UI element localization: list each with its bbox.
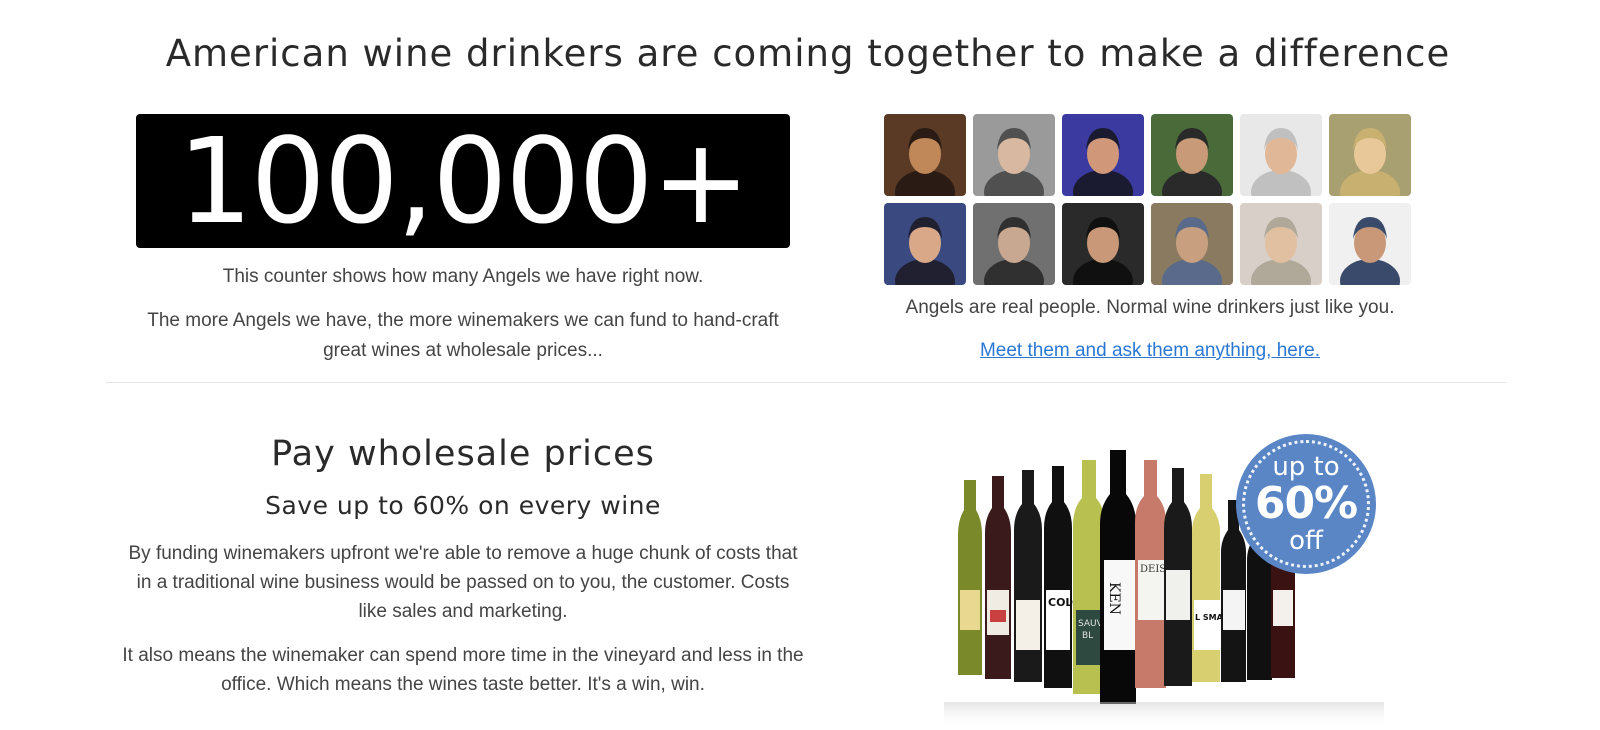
angel-photo-3[interactable] bbox=[1062, 114, 1144, 196]
angel-counter: 100,000+ bbox=[136, 114, 790, 248]
angel-photo-8[interactable] bbox=[973, 203, 1055, 285]
wholesale-subheading: Save up to 60% on every wine bbox=[265, 491, 661, 520]
angel-photo-2[interactable] bbox=[973, 114, 1055, 196]
angel-photo-5[interactable] bbox=[1240, 114, 1322, 196]
bottle-back-7 bbox=[1164, 468, 1192, 686]
angel-photo-grid bbox=[884, 114, 1416, 286]
counter-description: The more Angels we have, the more winema… bbox=[147, 310, 779, 361]
bottle-back-6: DEIS bbox=[1135, 460, 1166, 688]
angel-photo-6[interactable] bbox=[1329, 114, 1411, 196]
bottle-label-bl: BL bbox=[1082, 631, 1093, 641]
angel-photo-11[interactable] bbox=[1240, 203, 1322, 285]
badge-line-3: off bbox=[1289, 526, 1323, 556]
bottle-label-sauv: SAUV bbox=[1078, 619, 1104, 629]
section-divider bbox=[106, 382, 1506, 383]
counter-value: 100,000+ bbox=[177, 112, 751, 250]
wholesale-paragraph-1: By funding winemakers upfront we're able… bbox=[128, 543, 798, 622]
angel-photo-4[interactable] bbox=[1151, 114, 1233, 196]
badge-line-1: up to bbox=[1272, 452, 1340, 482]
angel-photo-1[interactable] bbox=[884, 114, 966, 196]
angels-caption: Angels are real people. Normal wine drin… bbox=[905, 297, 1395, 318]
angel-photo-9[interactable] bbox=[1062, 203, 1144, 285]
badge-line-2: 60% bbox=[1254, 478, 1358, 529]
wholesale-heading: Pay wholesale prices bbox=[271, 434, 655, 474]
bottle-back-1 bbox=[958, 480, 982, 675]
angel-photo-10[interactable] bbox=[1151, 203, 1233, 285]
meet-angels-link[interactable]: Meet them and ask them anything, here. bbox=[980, 340, 1320, 361]
bottle-back-2 bbox=[985, 476, 1011, 679]
bottle-label-deis: DEIS bbox=[1140, 564, 1166, 575]
page-title: American wine drinkers are coming togeth… bbox=[165, 32, 1451, 75]
angel-photo-7[interactable] bbox=[884, 203, 966, 285]
bottle-back-3 bbox=[1014, 470, 1042, 682]
counter-caption: This counter shows how many Angels we ha… bbox=[222, 266, 704, 287]
angel-photo-12[interactable] bbox=[1329, 203, 1411, 285]
bottle-front-ken: KEN bbox=[1100, 450, 1136, 704]
wholesale-paragraph-2: It also means the winemaker can spend mo… bbox=[122, 645, 804, 695]
bottle-label-ken: KEN bbox=[1106, 582, 1122, 615]
discount-badge: up to 60% off bbox=[1236, 434, 1376, 574]
